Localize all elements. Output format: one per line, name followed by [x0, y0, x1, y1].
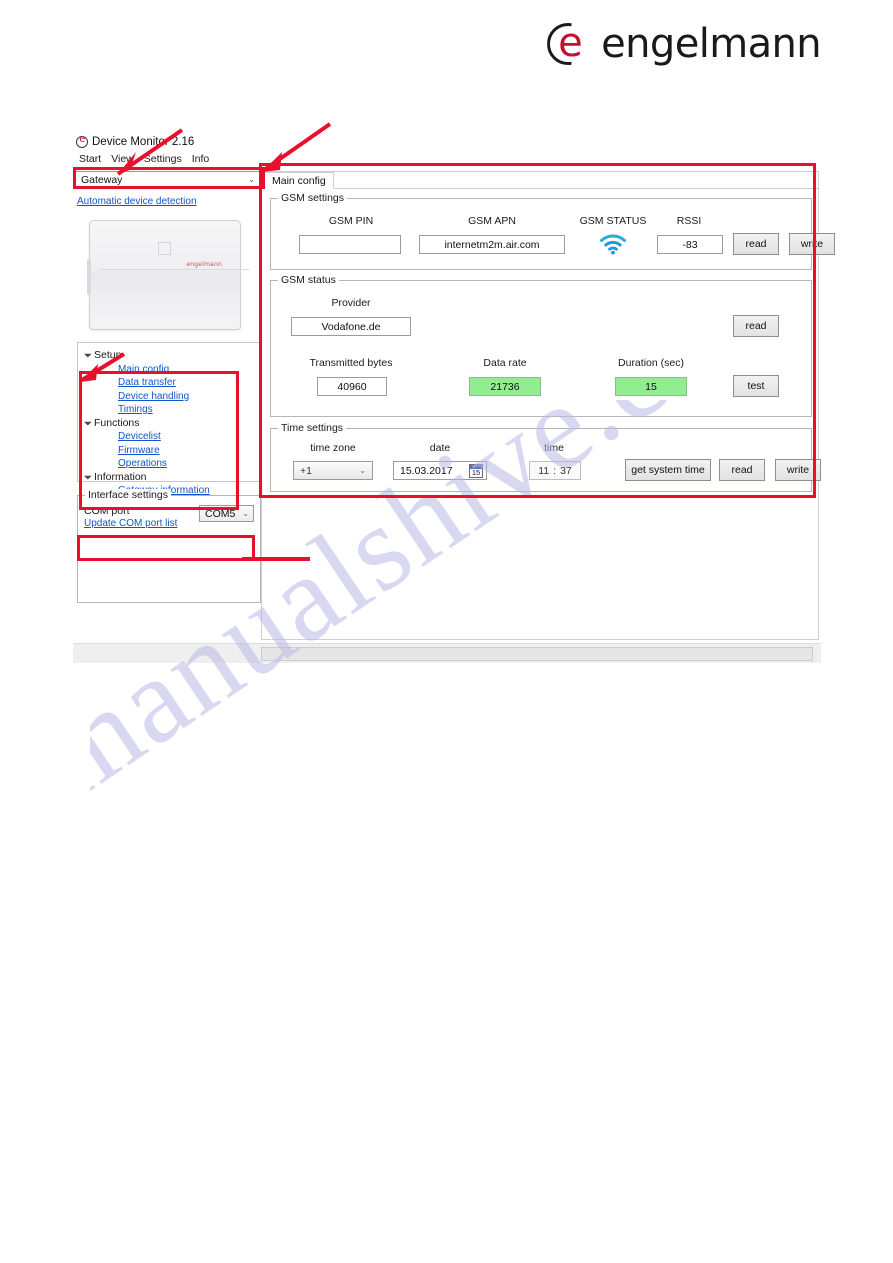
gsm-status-legend: GSM status — [278, 274, 339, 286]
status-bar — [73, 643, 821, 663]
time-label: time — [544, 442, 564, 454]
logo-e-icon: e — [547, 20, 589, 66]
com-port-value: COM5 — [205, 507, 236, 520]
data-rate-input[interactable]: 21736 — [469, 377, 541, 396]
engelmann-logo: e engelmann — [547, 20, 822, 67]
provider-label: Provider — [331, 297, 371, 309]
device-type-value: Gateway — [81, 173, 123, 186]
device-monitor-window: Device Monitor 2.16 Start View Settings … — [73, 133, 835, 663]
chevron-down-icon: ⌄ — [242, 509, 249, 518]
window-title: Device Monitor 2.16 — [92, 135, 195, 148]
time-settings-group: Time settings time zone +1 ⌄ date 15.03.… — [270, 422, 821, 492]
nav-group-setup-label: Setup — [94, 349, 122, 361]
gsm-pin-input[interactable] — [299, 235, 401, 254]
gsm-settings-legend: GSM settings — [278, 192, 348, 204]
gsm-status-read-button[interactable]: read — [733, 315, 779, 337]
device-image: engelmann — [81, 217, 253, 334]
tab-main-config[interactable]: Main config — [264, 172, 334, 189]
menu-bar: Start View Settings Info — [73, 152, 821, 166]
transmitted-bytes-input[interactable]: 40960 — [317, 377, 387, 396]
gsm-settings-group: GSM settings GSM PIN GSM APN internetm2m… — [270, 192, 835, 270]
nav-item-firmware[interactable]: Firmware — [118, 444, 160, 458]
chevron-down-icon: ⌄ — [248, 175, 255, 184]
nav-group-information-label: Information — [94, 470, 147, 483]
time-separator: : — [553, 464, 557, 477]
com-port-select[interactable]: COM5 ⌄ — [199, 505, 254, 522]
gsm-apn-input[interactable]: internetm2m.air.com — [419, 235, 565, 254]
title-bar: Device Monitor 2.16 — [73, 133, 821, 150]
nav-group-setup[interactable]: ◢ Setup — [83, 349, 256, 363]
device-type-select[interactable]: Gateway ⌄ — [75, 171, 261, 188]
duration-input[interactable]: 15 — [615, 377, 687, 396]
time-minutes: 37 — [560, 464, 572, 477]
gsm-settings-write-button[interactable]: write — [789, 233, 835, 255]
logo-wordmark: engelmann — [601, 21, 821, 67]
menu-item-info[interactable]: Info — [188, 153, 216, 165]
device-seam — [99, 269, 249, 270]
time-hours: 11 — [538, 464, 550, 477]
nav-item-devicelist[interactable]: Devicelist — [118, 430, 161, 444]
time-read-button[interactable]: read — [719, 459, 765, 481]
rssi-label: RSSI — [676, 215, 702, 227]
automatic-device-detection-link[interactable]: Automatic device detection — [77, 196, 197, 207]
device-front-glyph-icon — [158, 242, 171, 255]
update-com-port-list-link[interactable]: Update COM port list — [84, 518, 177, 530]
tab-strip: Main config — [262, 172, 818, 189]
get-system-time-button[interactable]: get system time — [625, 459, 711, 481]
date-label: date — [429, 442, 451, 454]
transmitted-bytes-label: Transmitted bytes — [309, 357, 393, 369]
interface-settings-group: Interface settings COM port Update COM p… — [77, 489, 261, 603]
device-body: engelmann — [89, 220, 249, 330]
time-zone-value: +1 — [300, 464, 312, 477]
nav-item-timings[interactable]: Timings — [118, 403, 153, 417]
gsm-settings-read-button[interactable]: read — [733, 233, 779, 255]
chevron-down-icon: ⌄ — [359, 466, 366, 475]
data-rate-label: Data rate — [483, 357, 527, 369]
provider-input[interactable]: Vodafone.de — [291, 317, 411, 336]
page-root: manualshive.com e engelmann Device Monit… — [0, 0, 893, 1263]
device-side-tab — [87, 259, 91, 295]
status-progress-bar — [261, 647, 813, 661]
menu-item-view[interactable]: View — [107, 153, 140, 165]
left-column: Gateway ⌄ Automatic device detection eng… — [75, 171, 261, 603]
device-brand-label: engelmann — [186, 261, 222, 268]
status-bar-left — [73, 644, 259, 663]
gsm-status-test-button[interactable]: test — [733, 375, 779, 397]
nav-item-main-config[interactable]: Main config — [118, 363, 169, 377]
time-write-button[interactable]: write — [775, 459, 821, 481]
date-value: 15.03.2017 — [400, 464, 453, 477]
wifi-icon — [598, 232, 628, 256]
nav-group-functions[interactable]: ◢ Functions — [83, 416, 256, 431]
nav-item-device-handling[interactable]: Device handling — [118, 390, 189, 404]
com-port-label: COM port — [84, 505, 130, 517]
time-zone-select[interactable]: +1 ⌄ — [293, 461, 373, 480]
time-settings-legend: Time settings — [278, 422, 347, 434]
rssi-input[interactable]: -83 — [657, 235, 723, 254]
nav-group-information[interactable]: ◢ Information — [83, 470, 256, 485]
navigation-tree: ◢ Setup Main config Data transfer Device… — [77, 342, 261, 496]
time-zone-label: time zone — [310, 442, 356, 454]
calendar-icon[interactable]: 15 — [469, 464, 483, 478]
main-config-panel: Main config GSM settings GSM PIN GSM APN… — [261, 171, 835, 640]
nav-group-functions-label: Functions — [94, 416, 140, 429]
nav-item-data-transfer[interactable]: Data transfer — [118, 376, 176, 390]
gsm-status-group: GSM status Provider Vodafone.de read Tra… — [270, 274, 812, 417]
duration-label: Duration (sec) — [618, 357, 684, 369]
logo-letter-e: e — [558, 20, 583, 66]
menu-item-start[interactable]: Start — [75, 153, 107, 165]
date-input[interactable]: 15.03.2017 15 — [393, 461, 487, 480]
gsm-pin-label: GSM PIN — [328, 215, 374, 227]
menu-item-settings[interactable]: Settings — [140, 153, 188, 165]
app-logo-icon — [76, 134, 88, 148]
time-input[interactable]: 11 : 37 — [529, 461, 581, 480]
nav-item-operations[interactable]: Operations — [118, 457, 167, 471]
interface-settings-legend: Interface settings — [85, 489, 171, 501]
